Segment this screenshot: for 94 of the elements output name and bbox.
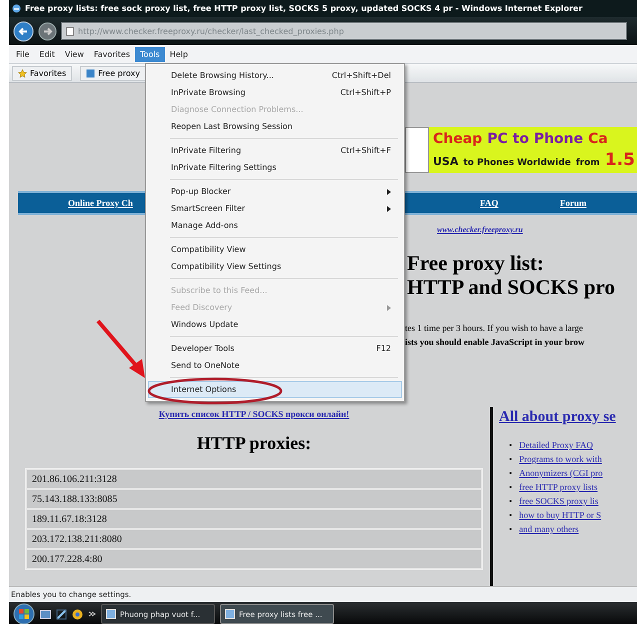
menu-bar-item[interactable]: View: [60, 46, 89, 62]
menu-item-label: Manage Add-ons: [171, 221, 239, 230]
nav-link[interactable]: Online Proxy Ch: [68, 198, 133, 208]
page-icon: [66, 26, 74, 36]
site-link[interactable]: www.checker.freeproxy.ru: [437, 225, 523, 234]
menu-item-label: Windows Update: [171, 320, 240, 329]
menu-item[interactable]: Pop-up Blocker: [148, 183, 402, 200]
window-title: Free proxy lists: free sock proxy list, free HTTP proxy list, SOCKS 5 proxy, updated SOCKS 4 pr - Windows Internet Explorer: [25, 4, 582, 13]
shortcut-text: Ctrl+Shift+P: [340, 88, 391, 97]
bullet: •: [509, 523, 512, 536]
favorites-button[interactable]: Favorites: [12, 66, 72, 80]
menu-item[interactable]: InPrivate Filtering Settings: [148, 159, 402, 176]
ad-text: Cheap: [433, 130, 482, 146]
start-button-icon[interactable]: [13, 603, 35, 624]
ad-banner[interactable]: Cheap PC to Phone Ca USA to Phones Worldwide from 1.5: [429, 127, 637, 173]
nav-link[interactable]: FAQ: [480, 198, 498, 208]
page-icon: [86, 68, 96, 78]
menu-item[interactable]: SmartScreen Filter: [148, 200, 402, 217]
sidebar-heading-link[interactable]: All about proxy se: [499, 409, 616, 426]
shortcut-text: Ctrl+Shift+Del: [332, 71, 391, 80]
ad-text: USA: [433, 154, 458, 168]
notice-text: ists you should enable JavaScript in your brow: [405, 336, 586, 349]
window-icon: [225, 609, 235, 619]
menu-bar-item[interactable]: Favorites: [88, 46, 136, 62]
menu-item[interactable]: Delete Browsing History... Ctrl+Shift+Del: [148, 67, 402, 84]
bullet: •: [509, 453, 512, 466]
menu-bar-item[interactable]: Edit: [34, 46, 60, 62]
bullet: •: [509, 481, 512, 494]
arrow-annotation: [96, 320, 145, 378]
menu-item-label: Send to OneNote: [171, 361, 240, 370]
table-cell: 201.86.106.211:3128: [26, 469, 482, 489]
menu-item-label: InPrivate Browsing: [171, 88, 246, 97]
address-text: http://www.checker.freeproxy.ru/checker/last_checked_proxies.php: [78, 26, 344, 36]
menu-item[interactable]: Compatibility View: [148, 241, 402, 258]
ad-text: 1.5: [604, 150, 635, 170]
menu-item[interactable]: Compatibility View Settings: [148, 258, 402, 275]
menu-item-label: Feed Discovery: [171, 303, 234, 312]
ad-text: from: [576, 158, 600, 168]
menu-item-label: Developer Tools: [171, 344, 236, 353]
menu-item-label: InPrivate Filtering: [171, 146, 242, 155]
menu-item[interactable]: Send to OneNote: [148, 357, 402, 374]
bullet: •: [509, 439, 512, 452]
table-cell: 189.11.67.18:3128: [26, 509, 482, 529]
sidebar-link[interactable]: free HTTP proxy lists: [519, 480, 598, 494]
menu-item-label: Diagnose Connection Problems...: [171, 105, 304, 114]
menu-item[interactable]: Developer Tools F12: [148, 340, 402, 357]
sidebar-link[interactable]: Programs to work with: [519, 452, 602, 466]
menu-item-label: Reopen Last Browsing Session: [171, 122, 294, 131]
menu-item-label: Compatibility View: [171, 245, 247, 254]
window-icon: [106, 609, 116, 619]
sidebar-link[interactable]: Anonymizers (CGI pro: [519, 466, 603, 480]
menu-item[interactable]: InPrivate Browsing Ctrl+Shift+P: [148, 84, 402, 101]
browser-tab[interactable]: Free proxy: [80, 66, 146, 80]
section-heading: HTTP proxies:: [196, 433, 312, 454]
sidebar-link[interactable]: free SOCKS proxy lis: [519, 494, 598, 508]
sidebar-link[interactable]: how to buy HTTP or S: [519, 508, 602, 522]
table-cell: 203.172.138.211:8080: [26, 529, 482, 549]
shortcut-text: F12: [376, 344, 391, 353]
table-cell: 200.177.228.4:80: [26, 549, 482, 569]
ad-text: to Phones Worldwide: [463, 158, 571, 168]
ad-text: PC to Phone: [487, 130, 584, 146]
chevron-icon[interactable]: [88, 608, 96, 620]
buy-link[interactable]: Купить список HTTP / SOCKS прокси онлайн!: [158, 409, 350, 419]
shortcut-text: Ctrl+Shift+F: [340, 146, 391, 155]
menu-item-label: Pop-up Blocker: [171, 187, 232, 196]
page-heading: HTTP and SOCKS pro: [407, 275, 616, 299]
back-button-icon[interactable]: [13, 20, 34, 42]
bullet: •: [509, 467, 512, 480]
menu-bar-item[interactable]: Help: [164, 46, 193, 62]
nav-link[interactable]: Forum: [560, 198, 586, 208]
bullet: •: [509, 509, 512, 522]
sidebar-link[interactable]: Detailed Proxy FAQ: [519, 438, 593, 452]
table-cell: 75.143.188.133:8085: [26, 489, 482, 509]
menu-item[interactable]: Reopen Last Browsing Session: [148, 118, 402, 135]
notice-text: tes 1 time per 3 hours. If you wish to have a large: [405, 322, 584, 335]
page-heading: Free proxy list:: [407, 251, 545, 275]
star-icon: [18, 68, 27, 78]
menu-bar-item[interactable]: Tools: [135, 46, 165, 62]
menu-item-label: InPrivate Filtering Settings: [171, 163, 278, 172]
desktop-icon[interactable]: [40, 608, 51, 620]
menu-item-label: SmartScreen Filter: [171, 204, 246, 213]
forward-button-icon[interactable]: [38, 22, 57, 40]
bullet: •: [509, 495, 512, 508]
menu-item[interactable]: Internet Options: [148, 381, 402, 398]
menu-item-label: Compatibility View Settings: [171, 262, 282, 271]
menu-bar-item[interactable]: File: [11, 46, 34, 62]
menu-item-label: Delete Browsing History...: [171, 71, 275, 80]
menu-item[interactable]: Windows Update: [148, 316, 402, 333]
menu-item-label: Subscribe to this Feed...: [171, 286, 268, 295]
menu-item[interactable]: Manage Add-ons: [148, 217, 402, 234]
menu-item-label: Internet Options: [171, 385, 238, 394]
ad-text: Ca: [588, 130, 608, 146]
menu-item[interactable]: InPrivate Filtering Ctrl+Shift+F: [148, 142, 402, 159]
sidebar-link[interactable]: and many others: [519, 522, 579, 536]
